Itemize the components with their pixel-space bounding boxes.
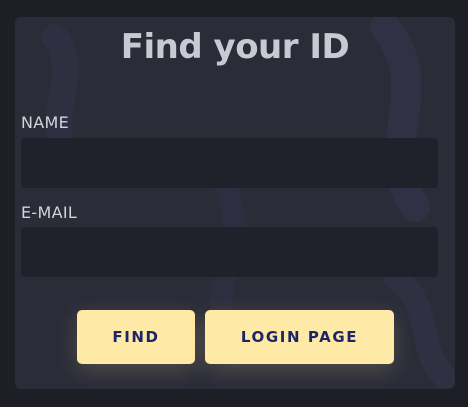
find-id-card: Find your ID NAME E-MAIL FIND LOGIN PAGE (15, 17, 455, 389)
email-input[interactable] (21, 227, 438, 277)
page-title: Find your ID (120, 27, 350, 67)
find-button[interactable]: FIND (77, 310, 195, 364)
login-page-button[interactable]: LOGIN PAGE (205, 310, 394, 364)
name-input[interactable] (21, 138, 438, 188)
email-label: E-MAIL (21, 203, 78, 222)
name-label: NAME (21, 113, 70, 132)
